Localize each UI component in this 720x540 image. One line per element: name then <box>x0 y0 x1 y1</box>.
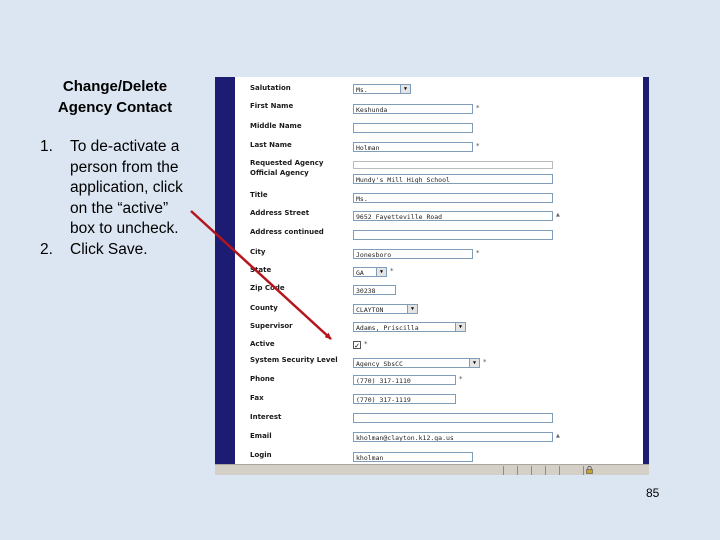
title-value: Ms. <box>356 195 368 203</box>
step-line: Click Save. <box>70 240 148 258</box>
security-level-value: Agency SbsCC <box>356 360 403 368</box>
county-select[interactable]: CLAYTON ▼ <box>353 304 418 314</box>
salutation-select[interactable]: Ms. ▼ <box>353 84 411 94</box>
supervisor-value: Adams, Priscilla <box>356 324 419 332</box>
status-divider <box>559 466 560 475</box>
browser-status-bar <box>215 464 649 475</box>
security-level-select[interactable]: Agency SbsCC ▼ <box>353 358 480 368</box>
login-label: Login <box>250 451 272 459</box>
step-number: 2. <box>40 240 53 258</box>
instruction-steps: 1. To de-activate a person from the appl… <box>40 137 215 260</box>
city-value: Jonesboro <box>356 251 392 259</box>
zip-code-value: 30238 <box>356 287 376 295</box>
status-divider <box>503 466 504 475</box>
salutation-label: Salutation <box>250 84 291 92</box>
supervisor-label: Supervisor <box>250 322 293 330</box>
form-screenshot: Salutation Ms. ▼ First Name Keshunda * M… <box>215 77 649 475</box>
phone-label: Phone <box>250 375 275 383</box>
county-value: CLAYTON <box>356 306 384 314</box>
first-name-field[interactable]: Keshunda <box>353 104 473 114</box>
first-name-value: Keshunda <box>356 106 388 114</box>
contact-form: Salutation Ms. ▼ First Name Keshunda * M… <box>235 77 643 464</box>
official-agency-value: Mundy's Mill High School <box>356 176 450 184</box>
step-line: application, click <box>70 179 183 196</box>
slide-title-line-2: Agency Contact <box>57 99 173 116</box>
required-marker: * <box>459 375 463 383</box>
email-label: Email <box>250 432 272 440</box>
step-line: box to uncheck. <box>70 220 179 237</box>
last-name-value: Holman <box>356 144 380 152</box>
phone-value: (770) 317-1110 <box>356 377 411 385</box>
chevron-down-icon[interactable]: ▼ <box>376 268 386 276</box>
chevron-down-icon[interactable]: ▼ <box>400 85 410 93</box>
zip-code-field[interactable]: 30238 <box>353 285 396 295</box>
address-continued-field[interactable] <box>353 230 553 240</box>
interest-label: Interest <box>250 413 282 421</box>
page-number: 85 <box>646 486 660 500</box>
required-marker: * <box>476 142 480 150</box>
state-label: State <box>250 266 272 274</box>
fax-field[interactable]: (770) 317-1119 <box>353 394 456 404</box>
fax-label: Fax <box>250 394 264 402</box>
state-value: GA <box>356 269 364 277</box>
address-street-label: Address Street <box>250 209 310 217</box>
supervisor-select[interactable]: Adams, Priscilla ▼ <box>353 322 466 332</box>
required-marker: * <box>390 267 394 275</box>
email-value: kholman@clayton.k12.ga.us <box>356 434 454 442</box>
status-divider <box>583 466 584 475</box>
phone-field[interactable]: (770) 317-1110 <box>353 375 456 385</box>
middle-name-field[interactable] <box>353 123 473 133</box>
address-street-value: 9652 Fayetteville Road <box>356 213 443 221</box>
required-marker: * <box>476 104 480 112</box>
requested-agency-label: Requested Agency <box>250 159 324 167</box>
slide-title: Change/Delete Agency Contact <box>30 76 200 118</box>
required-marker: * <box>483 358 487 366</box>
address-street-field[interactable]: 9652 Fayetteville Road <box>353 211 553 221</box>
required-marker: * <box>364 340 368 348</box>
title-label: Title <box>250 191 268 199</box>
official-agency-field[interactable]: Mundy's Mill High School <box>353 174 553 184</box>
chevron-down-icon[interactable]: ▼ <box>455 323 465 331</box>
interest-field[interactable] <box>353 413 553 423</box>
step-line: To de-activate a <box>70 138 180 155</box>
title-field[interactable]: Ms. <box>353 193 553 203</box>
official-agency-label: Official Agency <box>250 169 309 177</box>
status-divider <box>531 466 532 475</box>
fax-value: (770) 317-1119 <box>356 396 411 404</box>
zip-code-label: Zip Code <box>250 284 285 292</box>
active-label: Active <box>250 340 275 348</box>
step-line: person from the <box>70 158 179 176</box>
state-select[interactable]: GA ▼ <box>353 267 387 277</box>
step-line: on the “active” <box>70 199 169 217</box>
scroll-up-icon: ▲ <box>556 433 560 439</box>
status-divider <box>545 466 546 475</box>
slide-title-line-1: Change/Delete <box>62 78 168 95</box>
scroll-up-icon: ▲ <box>556 212 560 218</box>
first-name-label: First Name <box>250 102 294 110</box>
last-name-field[interactable]: Holman <box>353 142 473 152</box>
email-field[interactable]: kholman@clayton.k12.ga.us <box>353 432 553 442</box>
login-field[interactable]: kholman <box>353 452 473 462</box>
login-value: kholman <box>356 454 384 462</box>
last-name-label: Last Name <box>250 141 292 149</box>
address-continued-label: Address continued <box>250 228 324 236</box>
step-number: 1. <box>40 138 53 155</box>
lock-icon <box>586 465 593 475</box>
step-2: 2. Click Save. <box>40 240 215 261</box>
checkbox-icon: ✓ <box>354 342 360 350</box>
chevron-down-icon[interactable]: ▼ <box>407 305 417 313</box>
system-security-level-label: System Security Level <box>250 356 338 364</box>
required-marker: * <box>476 249 480 257</box>
middle-name-label: Middle Name <box>250 122 302 130</box>
salutation-value: Ms. <box>356 86 368 94</box>
status-divider <box>517 466 518 475</box>
active-checkbox[interactable]: ✓ <box>353 341 361 350</box>
requested-agency-field[interactable] <box>353 161 553 169</box>
city-field[interactable]: Jonesboro <box>353 249 473 259</box>
city-label: City <box>250 248 266 256</box>
county-label: County <box>250 304 278 312</box>
chevron-down-icon[interactable]: ▼ <box>469 359 479 367</box>
step-1: 1. To de-activate a person from the appl… <box>40 137 215 240</box>
